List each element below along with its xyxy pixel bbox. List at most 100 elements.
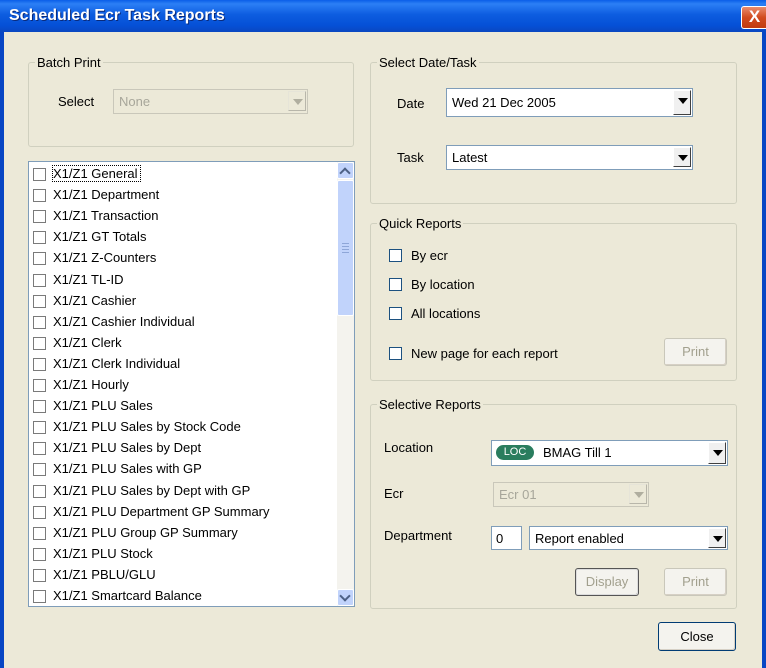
ecr-value: Ecr 01 — [499, 487, 537, 502]
task-label: Task — [397, 150, 424, 165]
location-value: BMAG Till 1 — [543, 445, 612, 460]
all-locations-label: All locations — [411, 306, 481, 321]
report-list-item-label: X1/Z1 PLU Sales by Stock Code — [53, 419, 241, 435]
report-list-item-label: X1/Z1 PLU Group GP Summary — [53, 524, 238, 540]
batch-print-legend: Batch Print — [37, 55, 101, 70]
grip-line-icon — [342, 246, 349, 247]
checkbox-box[interactable] — [33, 168, 46, 181]
checkbox-box[interactable] — [33, 294, 46, 308]
window-title: Scheduled Ecr Task Reports — [9, 7, 225, 24]
date-task-legend: Select Date/Task — [379, 55, 477, 70]
title-bar: Scheduled Ecr Task Reports X — [0, 0, 766, 32]
checkbox-box[interactable] — [33, 547, 46, 561]
quick-print-button[interactable]: Print — [664, 338, 727, 366]
scroll-up-icon[interactable] — [337, 162, 354, 179]
report-list-item-label: X1/Z1 PBLU/GLU — [53, 566, 156, 582]
chevron-down-icon[interactable] — [673, 147, 691, 167]
chevron-down-icon — [288, 91, 306, 111]
selective-print-button[interactable]: Print — [664, 568, 727, 596]
report-list-item-label: X1/Z1 Cashier Individual — [53, 313, 195, 329]
task-dropdown[interactable]: Latest — [446, 145, 693, 170]
chevron-down-icon[interactable] — [708, 442, 726, 464]
department-value: Report enabled — [535, 531, 624, 546]
report-list-item-label: X1/Z1 General — [52, 165, 141, 182]
checkbox-box[interactable] — [33, 421, 46, 435]
checkbox-box[interactable] — [33, 336, 46, 350]
department-number-input[interactable]: 0 — [491, 526, 522, 550]
grip-line-icon — [342, 243, 349, 244]
department-dropdown[interactable]: Report enabled — [529, 526, 728, 550]
batch-select-dropdown[interactable]: None — [113, 89, 308, 114]
window-frame-left — [0, 32, 4, 668]
checkbox-box[interactable] — [33, 526, 46, 540]
date-label: Date — [397, 96, 425, 111]
batch-select-label: Select — [58, 94, 95, 109]
report-list-item-label: X1/Z1 PLU Stock — [53, 545, 153, 561]
checkbox-box[interactable] — [389, 347, 402, 360]
report-list-item-label: X1/Z1 TL-ID — [53, 271, 124, 287]
selective-reports-legend: Selective Reports — [379, 397, 481, 412]
location-label: Location — [384, 440, 434, 455]
checkbox-box[interactable] — [389, 249, 402, 262]
report-list-item-label: X1/Z1 Smartcard Balance — [53, 588, 202, 603]
checkbox-box[interactable] — [33, 357, 46, 371]
date-dropdown[interactable]: Wed 21 Dec 2005 — [446, 88, 693, 117]
window-frame-right — [762, 32, 766, 668]
window-close-button[interactable]: X — [741, 6, 766, 29]
report-list-item-label: X1/Z1 Clerk Individual — [53, 355, 181, 371]
scrollbar-thumb[interactable] — [337, 180, 354, 316]
checkbox-box[interactable] — [33, 189, 46, 203]
checkbox-box[interactable] — [33, 590, 46, 603]
report-list-item-label: X1/Z1 Cashier — [53, 292, 137, 308]
task-value: Latest — [452, 150, 488, 165]
checkbox-box[interactable] — [33, 315, 46, 329]
checkbox-box[interactable] — [33, 400, 46, 414]
checkbox-box[interactable] — [33, 505, 46, 519]
report-list[interactable]: X1/Z1 General X1/Z1 Department X1/Z1 Trans… — [28, 161, 355, 607]
report-list-item-label: X1/Z1 Z-Counters — [53, 250, 157, 266]
checkbox-box[interactable] — [33, 484, 46, 498]
report-list-item-label: X1/Z1 PLU Department GP Summary — [53, 503, 270, 519]
date-value: Wed 21 Dec 2005 — [452, 95, 556, 110]
report-list-item-label: X1/Z1 PLU Sales with GP — [53, 461, 202, 477]
report-list-item-label: X1/Z1 PLU Sales by Dept — [53, 440, 202, 456]
chevron-down-icon[interactable] — [673, 90, 691, 115]
checkbox-box[interactable] — [33, 379, 46, 392]
checkbox-box[interactable] — [33, 210, 46, 224]
checkbox-box[interactable] — [389, 278, 402, 291]
grip-line-icon — [342, 252, 349, 253]
checkbox-box[interactable] — [33, 442, 46, 456]
vertical-scrollbar[interactable] — [337, 162, 354, 606]
report-list-item-label: X1/Z1 Clerk — [53, 334, 122, 350]
report-list-item-label: X1/Z1 Department — [53, 187, 160, 203]
ecr-label: Ecr — [384, 486, 404, 501]
checkbox-box[interactable] — [33, 273, 46, 287]
report-list-item-label: X1/Z1 Transaction — [53, 208, 159, 224]
ecr-dropdown[interactable]: Ecr 01 — [493, 482, 649, 507]
checkbox-box[interactable] — [33, 568, 46, 582]
checkbox-box[interactable] — [389, 307, 402, 320]
checkbox-box[interactable] — [33, 252, 46, 266]
by-location-label: By location — [411, 277, 475, 292]
report-list-item-label: X1/Z1 PLU Sales — [53, 398, 153, 414]
department-number-value: 0 — [496, 531, 504, 546]
checkbox-box[interactable] — [33, 463, 46, 477]
display-button[interactable]: Display — [575, 568, 639, 596]
date-task-group: Select Date/Task — [370, 55, 737, 204]
location-dropdown[interactable]: LOC BMAG Till 1 — [491, 440, 728, 466]
report-list-item-label: X1/Z1 Hourly — [53, 377, 129, 392]
report-list-item-label: X1/Z1 PLU Sales by Dept with GP — [53, 482, 251, 498]
checkbox-box[interactable] — [33, 231, 46, 245]
grip-line-icon — [342, 249, 349, 250]
department-label: Department — [384, 528, 452, 543]
chevron-down-icon — [629, 484, 647, 504]
by-ecr-label: By ecr — [411, 248, 448, 263]
scroll-down-icon[interactable] — [337, 589, 354, 606]
chevron-down-icon[interactable] — [708, 528, 726, 548]
close-button[interactable]: Close — [658, 622, 736, 651]
report-list-item-label: X1/Z1 GT Totals — [53, 229, 147, 245]
location-badge: LOC — [496, 445, 534, 460]
quick-reports-legend: Quick Reports — [379, 216, 462, 231]
batch-select-value: None — [119, 94, 151, 109]
new-page-label: New page for each report — [411, 346, 558, 361]
